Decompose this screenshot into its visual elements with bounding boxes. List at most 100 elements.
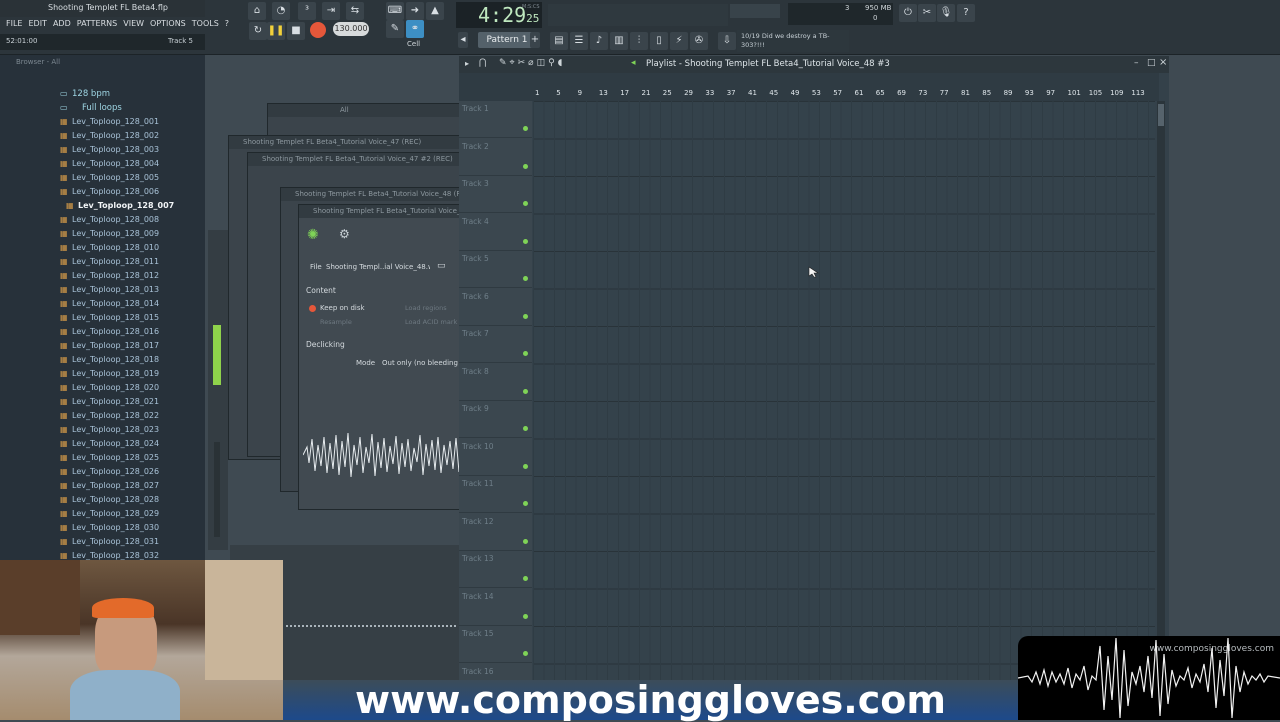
track-header[interactable]: Track 8 (459, 364, 532, 401)
track-header[interactable]: Track 13 (459, 551, 532, 588)
folder-icon[interactable]: ▭ (437, 261, 446, 271)
sample-window-c-title[interactable]: Shooting Templet FL Beta4_Tutorial Voice… (281, 188, 461, 201)
track-mute-led[interactable] (523, 313, 528, 319)
typing-keyboard-icon[interactable]: ⌨ (386, 2, 404, 20)
browser-item[interactable]: Lev_Toploop_128_009 (0, 227, 205, 241)
browser-item[interactable]: Lev_Toploop_128_001 (0, 115, 205, 129)
volume-fader[interactable] (214, 442, 220, 537)
browser-item[interactable]: Lev_Toploop_128_008 (0, 213, 205, 227)
track-mute-led[interactable] (523, 238, 528, 244)
track-mute-led[interactable] (523, 501, 528, 506)
snap-label[interactable]: Cell (407, 40, 420, 48)
pattern-add-icon[interactable]: + (530, 32, 540, 48)
browser-item[interactable]: Lev_Toploop_128_006 (0, 185, 205, 199)
track-mute-led[interactable] (523, 201, 528, 206)
blend-icon[interactable]: ⇆ (346, 2, 364, 20)
browser-item[interactable]: Lev_Toploop_128_022 (0, 409, 205, 423)
browser-item[interactable]: Lev_Toploop_128_010 (0, 241, 205, 255)
track-mute-led[interactable] (523, 651, 528, 656)
channel-rack-icon[interactable]: ☰ (570, 32, 588, 50)
pattern-selector[interactable]: Pattern 1 (478, 32, 536, 48)
mixer-icon[interactable]: ⫶ (630, 32, 648, 50)
browser-item[interactable]: Lev_Toploop_128_031 (0, 535, 205, 549)
menu-patterns[interactable]: PATTERNS (77, 19, 117, 30)
browser-item[interactable]: Lev_Toploop_128_004 (0, 157, 205, 171)
playlist-grid[interactable] (533, 101, 1155, 720)
browser-icon[interactable]: ▯ (650, 32, 668, 50)
browser-item[interactable]: Lev_Toploop_128_014 (0, 297, 205, 311)
folder-full-loops[interactable]: Full loops (0, 101, 205, 115)
track-header[interactable]: Track 9 (459, 401, 532, 438)
plugin-icon[interactable]: ⚡ (670, 32, 688, 50)
track-header[interactable]: Track 6 (459, 289, 532, 326)
browser-item[interactable]: Lev_Toploop_128_024 (0, 437, 205, 451)
close-icon[interactable]: × (1159, 57, 1167, 68)
power-icon[interactable]: ⏻ (899, 4, 917, 22)
track-mute-led[interactable] (523, 613, 528, 619)
metronome-icon[interactable]: ◔ (272, 2, 290, 20)
browser-item[interactable]: Lev_Toploop_128_026 (0, 465, 205, 479)
track-header[interactable]: Track 4 (459, 214, 532, 251)
browser-item[interactable]: Lev_Toploop_128_027 (0, 479, 205, 493)
step-edit-icon[interactable]: ⇥ (322, 2, 340, 20)
browser-item[interactable]: Lev_Toploop_128_030 (0, 521, 205, 535)
playlist-scrollbar[interactable] (1157, 101, 1165, 720)
browser-item[interactable]: Lev_Toploop_128_020 (0, 381, 205, 395)
wrench-icon[interactable]: ✇ (690, 32, 708, 50)
magnet-icon[interactable]: ⋂ (479, 58, 486, 68)
wrench-settings-icon[interactable]: ⚙ (339, 227, 350, 241)
browser-item[interactable]: Lev_Toploop_128_011 (0, 255, 205, 269)
browser-item[interactable]: Lev_Toploop_128_015 (0, 311, 205, 325)
track-mute-led[interactable] (523, 576, 528, 581)
browser-item[interactable]: Lev_Toploop_128_028 (0, 493, 205, 507)
track-header[interactable]: Track 3 (459, 176, 532, 213)
record-button[interactable] (310, 22, 326, 38)
playlist-ruler[interactable]: 1 5 9 13 17 21 25 29 33 37 41 45 49 53 57 61 65 69 73 77 81 8… (459, 73, 1159, 101)
file-value[interactable]: Shooting Templ..ial Voice_48.wav (326, 263, 430, 271)
track-mute-led[interactable] (523, 351, 528, 356)
menu-file[interactable]: FILE (6, 19, 22, 30)
mic-icon[interactable]: 🎙 (937, 4, 955, 22)
link-icon[interactable]: ⚭ (406, 20, 424, 38)
channel-rack-filter[interactable]: All (268, 104, 461, 117)
wait-input-icon[interactable]: ➜ (406, 2, 424, 20)
menu-tools[interactable]: TOOLS (192, 19, 219, 30)
track-header[interactable]: Track 12 (459, 514, 532, 551)
track-mute-led[interactable] (523, 388, 528, 394)
browser-item[interactable]: Lev_Toploop_128_018 (0, 353, 205, 367)
menu-options[interactable]: OPTIONS (150, 19, 186, 30)
track-header[interactable]: Track 7 (459, 326, 532, 363)
track-mute-led[interactable] (523, 426, 528, 431)
tools-icon[interactable]: ✂ (918, 4, 936, 22)
browser-item[interactable]: Lev_Toploop_128_032 (0, 549, 205, 560)
playlist-menu-icon[interactable]: ▸ (465, 59, 469, 68)
sample-window-a-title[interactable]: Shooting Templet FL Beta4_Tutorial Voice… (229, 136, 459, 149)
menu-view[interactable]: VIEW (123, 19, 144, 30)
stop-button[interactable]: ■ (287, 22, 305, 40)
playlist-icon[interactable]: ▤ (550, 32, 568, 50)
countdown-icon[interactable]: ³ (298, 2, 316, 20)
track-mute-led[interactable] (523, 126, 528, 131)
load-regions-label[interactable]: Load regions (405, 304, 447, 312)
menu-add[interactable]: ADD (53, 19, 71, 30)
mode-select[interactable]: Out only (no bleeding (382, 359, 458, 367)
track-header[interactable]: Track 11 (459, 476, 532, 513)
browser-item[interactable]: Lev_Toploop_128_003 (0, 143, 205, 157)
track-mute-led[interactable] (523, 463, 528, 469)
browser-item[interactable]: Lev_Toploop_128_017 (0, 339, 205, 353)
browser-item[interactable]: Lev_Toploop_128_023 (0, 423, 205, 437)
browser-item[interactable]: Lev_Toploop_128_007 (0, 199, 205, 213)
browser-item[interactable]: Lev_Toploop_128_029 (0, 507, 205, 521)
browser-item[interactable]: Lev_Toploop_128_005 (0, 171, 205, 185)
playlist-tools-icon[interactable]: ✎⌖✂⌀◫⚲◖ (499, 58, 565, 68)
track-header[interactable]: Track 10 (459, 439, 532, 476)
track-mute-led[interactable] (523, 276, 528, 281)
track-mute-led[interactable] (523, 538, 528, 544)
sample-window-d-title[interactable]: Shooting Templet FL Beta4_Tutorial Voice… (299, 205, 459, 218)
track-header[interactable]: Track 5 (459, 251, 532, 288)
menu-edit[interactable]: EDIT (28, 19, 46, 30)
loop-icon[interactable]: ↻ (249, 22, 267, 40)
tempo-display[interactable]: 130.000 (333, 22, 369, 36)
browser-item[interactable]: Lev_Toploop_128_025 (0, 451, 205, 465)
download-icon[interactable]: ⇩ (718, 32, 736, 50)
